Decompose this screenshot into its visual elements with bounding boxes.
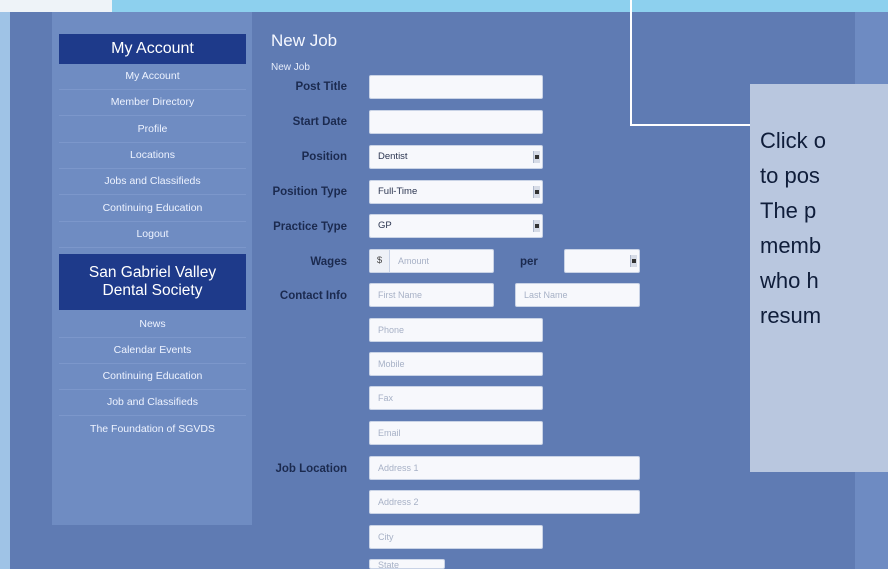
sidebar-item-locations[interactable]: Locations [59,142,246,169]
practice-type-select[interactable]: GP [369,214,543,238]
callout-connector-horizontal [630,124,750,126]
job-location-label: Job Location [275,463,347,475]
callout-line-1: Click o [760,128,827,153]
sidebar-item-member-directory[interactable]: Member Directory [59,89,246,116]
callout-line-6: resum [760,303,822,328]
left-edge [0,12,10,569]
callout-connector-vertical [630,0,632,126]
position-type-value: Full-Time [378,186,418,197]
position-label: Position [301,151,347,163]
fax-input[interactable]: Fax [369,386,543,410]
chevron-down-icon [533,151,540,163]
email-input[interactable]: Email [369,421,543,445]
address2-input[interactable]: Address 2 [369,490,640,514]
sidebar-item-my-account[interactable]: My Account [59,63,246,90]
position-select[interactable]: Dentist [369,145,543,169]
callout-line-3: The p [760,198,817,223]
contact-info-label: Contact Info [279,290,347,302]
currency-prefix: $ [370,250,390,272]
first-name-input[interactable]: First Name [369,283,494,307]
position-type-select[interactable]: Full-Time [369,180,543,204]
start-date-label: Start Date [292,116,347,128]
sidebar-item-logout[interactable]: Logout [59,221,246,248]
post-title-input[interactable] [369,75,543,99]
society-heading-line1: San Gabriel Valley [88,264,217,281]
instruction-callout: Click o to pos The p memb who h resum [750,84,888,472]
per-label: per [520,256,538,268]
practice-type-value: GP [378,220,392,231]
callout-line-5: who h [760,268,819,293]
society-heading: San Gabriel Valley Dental Society [59,254,246,310]
post-title-label: Post Title [295,81,347,93]
form-subtitle: New Job [271,62,310,73]
sidebar-item-calendar-events[interactable]: Calendar Events [59,337,246,364]
sidebar-item-jobs-classifieds[interactable]: Jobs and Classifieds [59,168,246,195]
sidebar-item-continuing-education[interactable]: Continuing Education [59,195,246,222]
top-band [0,0,888,12]
sidebar-item-foundation[interactable]: The Foundation of SGVDS [59,416,246,442]
wage-period-select[interactable] [564,249,640,273]
address1-input[interactable]: Address 1 [369,456,640,480]
amount-placeholder: Amount [398,256,430,266]
wages-amount-input[interactable]: $ Amount [369,249,494,273]
phone-input[interactable]: Phone [369,318,543,342]
top-white-block [0,0,112,12]
chevron-down-icon [533,220,540,232]
callout-line-2: to pos [760,163,820,188]
position-type-label: Position Type [272,186,347,198]
city-input[interactable]: City [369,525,543,549]
state-input[interactable]: State [369,559,445,569]
sidebar-item-continuing-education-2[interactable]: Continuing Education [59,363,246,390]
callout-line-4: memb [760,233,822,258]
society-heading-line2: Dental Society [102,282,203,299]
sidebar-item-job-classifieds[interactable]: Job and Classifieds [59,389,246,416]
chevron-down-icon [630,255,637,267]
wages-label: Wages [310,256,347,268]
mobile-input[interactable]: Mobile [369,352,543,376]
practice-type-label: Practice Type [273,221,347,233]
position-value: Dentist [378,151,408,162]
sidebar-item-news[interactable]: News [59,311,246,338]
sidebar-item-profile[interactable]: Profile [59,116,246,143]
last-name-input[interactable]: Last Name [515,283,640,307]
form-title: New Job [271,31,338,50]
my-account-heading: My Account [59,34,246,64]
start-date-input[interactable] [369,110,543,134]
chevron-down-icon [533,186,540,198]
